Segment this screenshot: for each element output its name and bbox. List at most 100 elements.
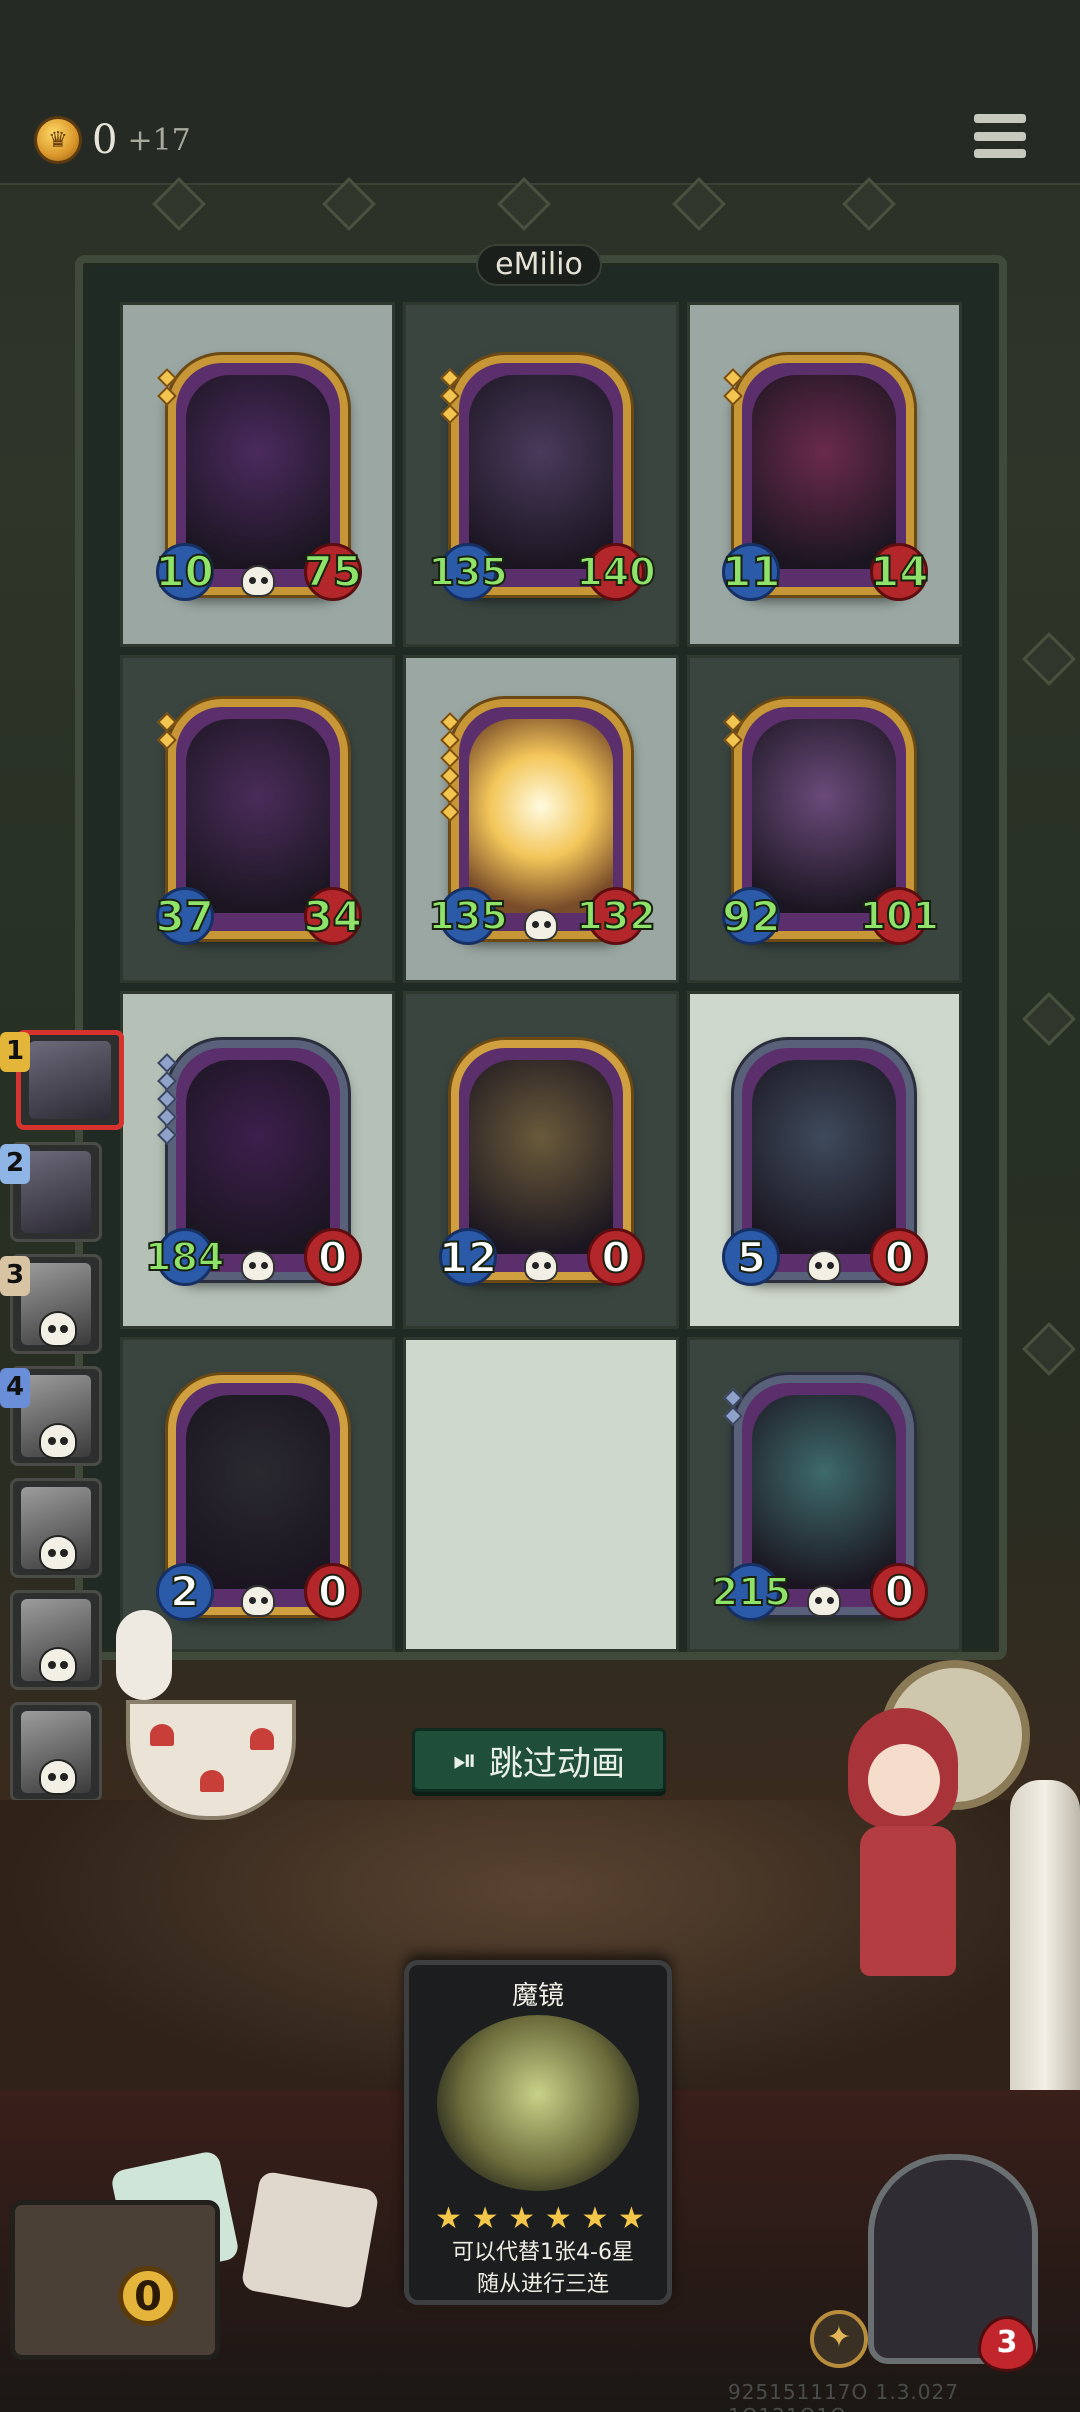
shop-card-art <box>437 2015 639 2191</box>
board-cell-r4c2[interactable] <box>403 1337 679 1652</box>
hero-power-icon[interactable]: ✦ <box>810 2310 868 2368</box>
shop-card-desc-line2: 随从进行三连 <box>476 2272 609 2297</box>
minion-portrait <box>752 374 897 569</box>
skull-icon <box>523 909 558 941</box>
board-cell-r2c2[interactable]: 135 132 <box>403 655 679 983</box>
eliminated-skull-icon <box>39 1647 77 1683</box>
star-rank-icons <box>440 367 460 424</box>
player-rank-badge: 3 <box>0 1256 30 1296</box>
player-name-tag: eMilio <box>476 244 602 286</box>
minion-portrait <box>185 374 330 569</box>
star-rank-icons <box>440 712 460 822</box>
player-avatar <box>29 1041 111 1119</box>
minion-card[interactable]: 135 140 <box>427 354 657 601</box>
minion-card[interactable]: 12 0 <box>438 1040 645 1286</box>
bunny-figure <box>116 1610 172 1700</box>
board-cell-r4c3[interactable]: 215 0 <box>686 1337 962 1652</box>
board-cell-r2c1[interactable]: 37 34 <box>120 655 396 983</box>
skull-icon <box>807 1584 842 1617</box>
minion-portrait <box>185 1060 330 1254</box>
board-cell-r1c3[interactable]: 11 14 <box>686 302 962 647</box>
minion-attack: 135 <box>427 887 509 945</box>
player-rank-badge: 2 <box>0 1144 30 1184</box>
skip-play-icon: ⏯ <box>453 1742 477 1778</box>
star-rank-icons <box>156 1053 177 1145</box>
skip-animation-button[interactable]: ⏯ 跳过动画 <box>412 1728 666 1792</box>
shop-card-stars: ★ ★ ★ ★ ★ ★ <box>435 2201 645 2236</box>
board-cell-r2c3[interactable]: 92 101 <box>686 655 962 983</box>
minion-card[interactable]: 215 0 <box>711 1374 929 1621</box>
star-rank-icons <box>156 367 177 406</box>
chest-count-badge: 0 <box>118 2266 178 2326</box>
red-hood-character <box>838 1708 978 1998</box>
shop-card-magic-mirror[interactable]: 魔镜 ★ ★ ★ ★ ★ ★ 可以代替1张4-6星 随从进行三连 <box>404 1960 672 2305</box>
minion-attack: 12 <box>438 1228 498 1286</box>
board-cell-r1c1[interactable]: 10 75 <box>120 302 396 647</box>
minion-health: 0 <box>303 1228 362 1286</box>
minion-health: 34 <box>302 887 363 945</box>
minion-card[interactable]: 50 <box>722 1040 929 1286</box>
star-icon: ★ <box>544 2201 572 2236</box>
star-rank-icons <box>723 1387 744 1426</box>
minion-health: 75 <box>302 542 363 601</box>
treasure-chest-button[interactable] <box>10 2200 220 2360</box>
skull-icon <box>240 564 275 597</box>
board-cell-r3c3[interactable]: 50 <box>686 991 962 1329</box>
minion-portrait <box>185 719 330 913</box>
minion-health: 0 <box>303 1562 362 1621</box>
board-cell-r4c1[interactable]: 20 <box>120 1337 396 1652</box>
board-cell-r1c2[interactable]: 135 140 <box>403 302 679 647</box>
sidebar-player-slot[interactable] <box>10 1590 102 1690</box>
chess-piece-decoration <box>1010 1780 1080 2120</box>
minion-attack: 92 <box>721 887 782 945</box>
minion-attack: 10 <box>154 542 215 601</box>
eliminated-skull-icon <box>39 1311 77 1347</box>
minion-portrait <box>468 1060 613 1254</box>
minion-card[interactable]: 11 14 <box>721 354 930 601</box>
player-rank-badge: 1 <box>0 1032 30 1072</box>
sidebar-player-slot[interactable] <box>10 1702 102 1802</box>
minion-attack: 135 <box>427 542 509 601</box>
minion-attack: 2 <box>155 1562 214 1621</box>
star-rank-icons <box>723 367 744 406</box>
star-rank-icons <box>723 712 744 750</box>
sidebar-player-slot[interactable] <box>16 1030 124 1130</box>
minion-attack: 5 <box>722 1228 781 1286</box>
dice-decoration <box>240 2170 380 2310</box>
build-id-text: 925151117O 1.3.027 1O121O1O <box>728 2380 959 2412</box>
skip-animation-label: 跳过动画 <box>489 1743 625 1784</box>
eliminated-skull-icon <box>39 1759 77 1795</box>
minion-portrait <box>468 374 613 569</box>
minion-portrait <box>752 1060 897 1254</box>
eliminated-skull-icon <box>39 1423 77 1459</box>
star-icon: ★ <box>581 2201 609 2236</box>
minion-grid: 10 75 135 140 11 14 37 34 135 132 92 101 184 0 12 0 5 0 2 0… <box>120 302 962 1652</box>
board-cell-r3c2[interactable]: 12 0 <box>403 991 679 1329</box>
minion-portrait <box>752 719 897 913</box>
minion-card[interactable]: 10 75 <box>154 354 363 601</box>
minion-portrait <box>185 1394 330 1589</box>
minion-card[interactable]: 20 <box>155 1374 362 1621</box>
skull-icon <box>240 1584 275 1617</box>
minion-card[interactable]: 92 101 <box>721 699 940 945</box>
minion-attack: 215 <box>711 1562 792 1621</box>
skull-icon <box>807 1250 842 1282</box>
minion-portrait <box>752 1394 897 1589</box>
minion-card[interactable]: 184 0 <box>144 1040 362 1286</box>
minion-health: 140 <box>575 542 657 601</box>
board-cell-r3c1[interactable]: 184 0 <box>120 991 396 1329</box>
minion-card[interactable]: 135 132 <box>427 699 657 945</box>
star-icon: ★ <box>508 2201 536 2236</box>
minion-health: 0 <box>870 1228 929 1286</box>
star-icon: ★ <box>471 2201 499 2236</box>
sidebar-player-slot[interactable] <box>10 1478 102 1578</box>
minion-card[interactable]: 37 34 <box>154 699 363 945</box>
skull-icon <box>240 1250 275 1282</box>
minion-health: 0 <box>870 1562 929 1621</box>
minion-portrait <box>468 719 613 913</box>
minion-attack: 11 <box>721 542 782 601</box>
hamburger-menu-icon[interactable] <box>974 110 1026 162</box>
shop-card-desc-line1: 可以代替1张4-6星 <box>452 2240 634 2265</box>
crown-coin-icon: ♛ <box>34 116 82 164</box>
star-icon: ★ <box>435 2201 462 2236</box>
